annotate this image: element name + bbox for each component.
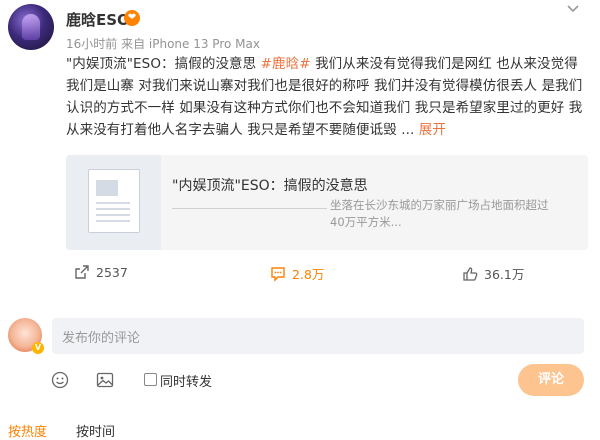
- image-icon[interactable]: [96, 371, 114, 393]
- emoji-icon[interactable]: [51, 371, 69, 393]
- thumbs-up-icon: [462, 266, 478, 282]
- post-meta: 16小时前 来自 iPhone 13 Pro Max: [66, 37, 260, 51]
- comment-count: 2.8万: [292, 267, 325, 282]
- also-repost-checkbox[interactable]: [144, 373, 157, 386]
- repost-icon: [74, 264, 90, 280]
- repost-count: 2537: [96, 264, 128, 280]
- author-name[interactable]: 鹿晗ESO: [66, 9, 130, 30]
- user-avatar[interactable]: [8, 318, 44, 354]
- hashtag-link[interactable]: #鹿晗#: [261, 56, 311, 72]
- repost-button[interactable]: 2537: [74, 264, 128, 280]
- comment-button[interactable]: 2.8万: [270, 264, 324, 283]
- like-button[interactable]: 36.1万: [462, 264, 524, 283]
- comment-input-placeholder: 发布你的评论: [62, 331, 141, 346]
- expand-link[interactable]: 展开: [414, 122, 446, 138]
- sort-by-time-tab[interactable]: 按时间: [76, 421, 115, 440]
- post-text: "内娱顶流"ESO：搞假的没意思 #鹿晗# 我们从来没有觉得我们是网红 也从来没…: [66, 53, 586, 141]
- card-divider: [172, 208, 327, 209]
- like-count: 36.1万: [484, 267, 525, 282]
- post-ellipsis: ...: [401, 122, 415, 138]
- link-card[interactable]: "内娱顶流"ESO：搞假的没意思 坐落在长沙东城的万家丽广场占地面积超过40万平…: [66, 155, 588, 250]
- author-avatar[interactable]: [8, 4, 54, 50]
- comment-icon: [270, 266, 286, 282]
- chevron-down-icon[interactable]: [566, 2, 580, 18]
- vip-badge-icon: ❤: [124, 10, 140, 26]
- document-icon: [88, 169, 140, 233]
- also-repost-label[interactable]: 同时转发: [160, 371, 212, 390]
- post-text-before: "内娱顶流"ESO：搞假的没意思: [66, 56, 261, 72]
- article-thumbnail: [66, 155, 161, 250]
- card-title: "内娱顶流"ESO：搞假的没意思: [172, 178, 368, 194]
- sort-by-hot-tab[interactable]: 按热度: [8, 421, 47, 440]
- card-description: 坐落在长沙东城的万家丽广场占地面积超过40万平方米...: [330, 198, 549, 229]
- submit-comment-button[interactable]: 评论: [518, 364, 584, 396]
